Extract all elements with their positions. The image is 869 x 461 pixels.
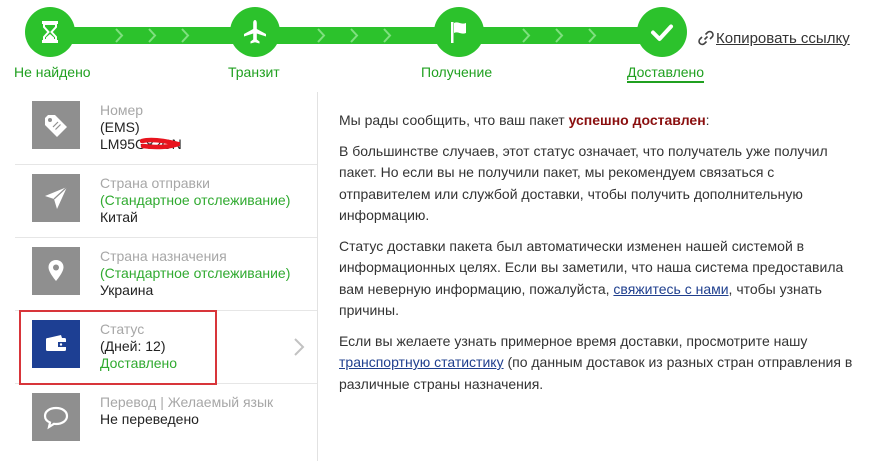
transport-statistics-link[interactable]: транспортную статистику xyxy=(339,354,504,370)
chevron-right-icon xyxy=(115,28,124,43)
flag-icon xyxy=(451,22,466,43)
copy-link-label: Копировать ссылку xyxy=(716,29,850,47)
detail-number: Номер (EMS) LM95G82CN xyxy=(15,92,317,165)
origin-tracking: (Стандартное отслеживание) xyxy=(100,192,291,208)
step-delivered xyxy=(637,7,687,57)
copy-link-button[interactable]: Копировать ссылку xyxy=(697,29,850,47)
tag-icon xyxy=(32,101,80,149)
chevron-right-icon xyxy=(317,28,326,43)
message-explanation: В большинстве случаев, этот статус означ… xyxy=(339,142,828,224)
message-statistics: Если вы желаете узнать примерное время д… xyxy=(339,332,853,392)
airplane-icon xyxy=(244,20,266,44)
chevron-right-icon xyxy=(522,28,531,43)
chevron-right-icon xyxy=(148,28,157,43)
chevron-right-icon xyxy=(350,28,359,43)
delivered-emphasis: успешно доставлен xyxy=(568,112,706,128)
status-description: Мы рады сообщить, что ваш пакет успешно … xyxy=(339,110,859,404)
destination-label: Страна назначения xyxy=(100,248,227,264)
step-transit xyxy=(230,7,280,57)
destination-tracking: (Стандартное отслеживание) xyxy=(100,265,291,281)
chevron-right-icon xyxy=(383,28,392,43)
link-icon xyxy=(698,30,714,46)
destination-country: Украина xyxy=(100,282,154,298)
step-label-transit: Транзит xyxy=(228,64,280,80)
detail-translation: Перевод | Желаемый язык Не переведено xyxy=(15,384,317,456)
translation-label: Перевод | Желаемый язык xyxy=(100,394,274,410)
chevron-right-icon xyxy=(588,28,597,43)
contact-us-link[interactable]: свяжитесь с нами xyxy=(613,281,728,297)
message-auto-change: Статус доставки пакета был автоматически… xyxy=(339,237,844,319)
detail-destination: Страна назначения (Стандартное отслежива… xyxy=(15,238,317,311)
chevron-right-icon xyxy=(555,28,564,43)
step-pickup xyxy=(434,7,484,57)
send-arrow-icon xyxy=(32,174,80,222)
step-label-not-found: Не найдено xyxy=(14,64,91,80)
number-label: Номер xyxy=(100,102,144,118)
origin-label: Страна отправки xyxy=(100,175,210,191)
number-carrier: (EMS) xyxy=(100,119,140,135)
origin-country: Китай xyxy=(100,209,138,225)
location-pin-icon xyxy=(32,247,80,295)
speech-bubble-icon xyxy=(32,393,80,441)
message-intro: Мы рады сообщить, что ваш пакет успешно … xyxy=(339,112,710,128)
highlight-frame xyxy=(19,310,217,385)
tracking-progress: Не найдено Транзит Получение Доставлено … xyxy=(0,0,869,90)
detail-origin: Страна отправки (Стандартное отслеживани… xyxy=(15,165,317,238)
step-not-found xyxy=(25,7,75,57)
redaction-scribble xyxy=(140,137,180,150)
step-label-delivered: Доставлено xyxy=(627,64,705,83)
chevron-right-icon xyxy=(294,338,305,356)
hourglass-icon xyxy=(42,21,58,43)
translation-value: Не переведено xyxy=(100,411,199,427)
step-label-pickup: Получение xyxy=(421,64,493,80)
chevron-right-icon xyxy=(181,28,190,43)
checkmark-icon xyxy=(651,24,673,41)
